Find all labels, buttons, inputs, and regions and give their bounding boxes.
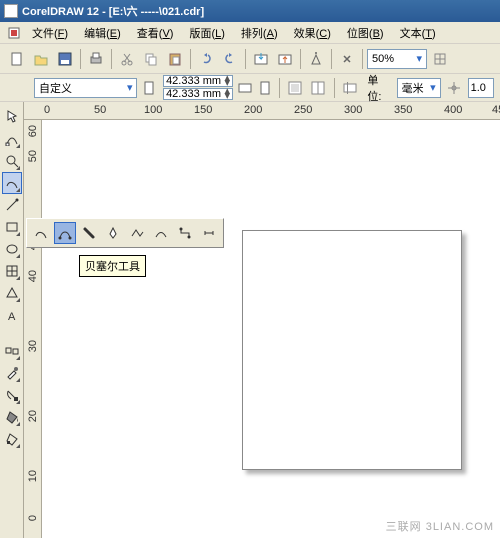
interactive-blend-tool[interactable] xyxy=(2,340,22,362)
drawing-canvas[interactable] xyxy=(42,120,500,538)
unit-value: 毫米 xyxy=(402,80,424,96)
tool-tooltip: 贝塞尔工具 xyxy=(79,255,146,277)
shape-tool[interactable] xyxy=(2,128,22,150)
fill-tool[interactable] xyxy=(2,406,22,428)
freehand-flyout-tool[interactable] xyxy=(30,222,52,244)
export-button[interactable] xyxy=(274,48,296,70)
dimension-flyout-tool[interactable] xyxy=(198,222,220,244)
watermark: 三联网 3LIAN.COM xyxy=(386,518,494,534)
bezier-flyout-tool[interactable] xyxy=(54,222,76,244)
pick-tool[interactable] xyxy=(2,106,22,128)
dropdown-icon: ▾ xyxy=(430,81,436,94)
dropdown-icon: ▾ xyxy=(127,81,133,94)
snap-button[interactable] xyxy=(429,48,451,70)
zoom-select[interactable]: 50% ▾ xyxy=(367,49,427,69)
import-button[interactable] xyxy=(250,48,272,70)
menu-view[interactable]: 查看(V) xyxy=(131,23,180,43)
zoom-value: 50% xyxy=(372,53,394,65)
polyline-flyout-tool[interactable] xyxy=(126,222,148,244)
copy-button[interactable] xyxy=(140,48,162,70)
horizontal-ruler[interactable]: 0 50 100 150 200 250 300 350 400 450 xyxy=(24,102,500,120)
ellipse-tool[interactable] xyxy=(2,238,22,260)
pen-flyout-tool[interactable] xyxy=(102,222,124,244)
interactive-fill-tool[interactable] xyxy=(2,428,22,450)
orientation-portrait-icon[interactable] xyxy=(257,77,273,99)
graph-paper-tool[interactable] xyxy=(2,260,22,282)
unit-select[interactable]: 毫米 ▾ xyxy=(397,78,441,98)
menu-edit[interactable]: 编辑(E) xyxy=(78,23,127,43)
redo-button[interactable] xyxy=(219,48,241,70)
nudge-value-input[interactable]: 1.0 xyxy=(468,78,494,98)
spinner-icon: ▴▾ xyxy=(225,89,231,99)
page-opts-3[interactable] xyxy=(340,77,359,99)
outline-tool[interactable] xyxy=(2,384,22,406)
svg-text:A: A xyxy=(8,311,16,322)
rectangle-tool[interactable] xyxy=(2,216,22,238)
standard-toolbar: 50% ▾ xyxy=(0,44,500,74)
menu-arrange[interactable]: 排列(A) xyxy=(235,23,284,43)
menu-bitmap[interactable]: 位图(B) xyxy=(341,23,390,43)
menu-text[interactable]: 文本(T) xyxy=(394,23,442,43)
corel-online-button[interactable] xyxy=(336,48,358,70)
open-button[interactable] xyxy=(30,48,52,70)
eyedropper-tool[interactable] xyxy=(2,362,22,384)
portrait-button[interactable] xyxy=(141,77,157,99)
page-boundary xyxy=(242,230,462,470)
nudge-button[interactable] xyxy=(445,77,464,99)
curve-tools-flyout xyxy=(26,218,224,248)
menu-file[interactable]: 文件(F) xyxy=(26,23,74,43)
canvas-area[interactable]: 0 50 100 150 200 250 300 350 400 450 60 … xyxy=(24,102,500,538)
titlebar: CorelDRAW 12 - [E:\六 -----\021.cdr] xyxy=(0,0,500,22)
property-bar: 自定义 ▾ 42.333 mm▴▾ 42.333 mm▴▾ 单位: 毫米 ▾ 1… xyxy=(0,74,500,102)
artistic-media-flyout-tool[interactable] xyxy=(78,222,100,244)
menu-effects[interactable]: 效果(C) xyxy=(288,23,337,43)
smart-drawing-tool[interactable] xyxy=(2,194,22,216)
workspace: A 0 50 100 150 200 250 300 350 400 450 6… xyxy=(0,102,500,538)
3point-curve-flyout-tool[interactable] xyxy=(150,222,172,244)
app-launcher-button[interactable] xyxy=(305,48,327,70)
page-opts-2[interactable] xyxy=(309,77,328,99)
new-button[interactable] xyxy=(6,48,28,70)
cut-button[interactable] xyxy=(116,48,138,70)
window-menu-icon[interactable] xyxy=(8,27,22,39)
save-button[interactable] xyxy=(54,48,76,70)
page-width-input[interactable]: 42.333 mm▴▾ xyxy=(163,75,233,87)
page-preset-select[interactable]: 自定义 ▾ xyxy=(34,78,137,98)
basic-shapes-tool[interactable] xyxy=(2,282,22,304)
menubar: 文件(F) 编辑(E) 查看(V) 版面(L) 排列(A) 效果(C) 位图(B… xyxy=(0,22,500,44)
zoom-tool[interactable] xyxy=(2,150,22,172)
page-height-input[interactable]: 42.333 mm▴▾ xyxy=(163,88,233,100)
freehand-tool[interactable] xyxy=(2,172,22,194)
landscape-button[interactable] xyxy=(237,77,253,99)
page-opts-1[interactable] xyxy=(286,77,305,99)
toolbox: A xyxy=(0,102,24,538)
print-button[interactable] xyxy=(85,48,107,70)
title-text: CorelDRAW 12 - [E:\六 -----\021.cdr] xyxy=(22,3,204,19)
app-icon xyxy=(4,4,18,18)
vertical-ruler[interactable]: 60 50 45 40 30 20 10 0 xyxy=(24,120,42,538)
undo-button[interactable] xyxy=(195,48,217,70)
text-tool[interactable]: A xyxy=(2,304,22,326)
menu-layout[interactable]: 版面(L) xyxy=(183,23,230,43)
paste-button[interactable] xyxy=(164,48,186,70)
unit-label: 单位: xyxy=(367,72,388,104)
connector-flyout-tool[interactable] xyxy=(174,222,196,244)
dropdown-icon: ▾ xyxy=(416,52,422,65)
preset-value: 自定义 xyxy=(39,80,72,96)
